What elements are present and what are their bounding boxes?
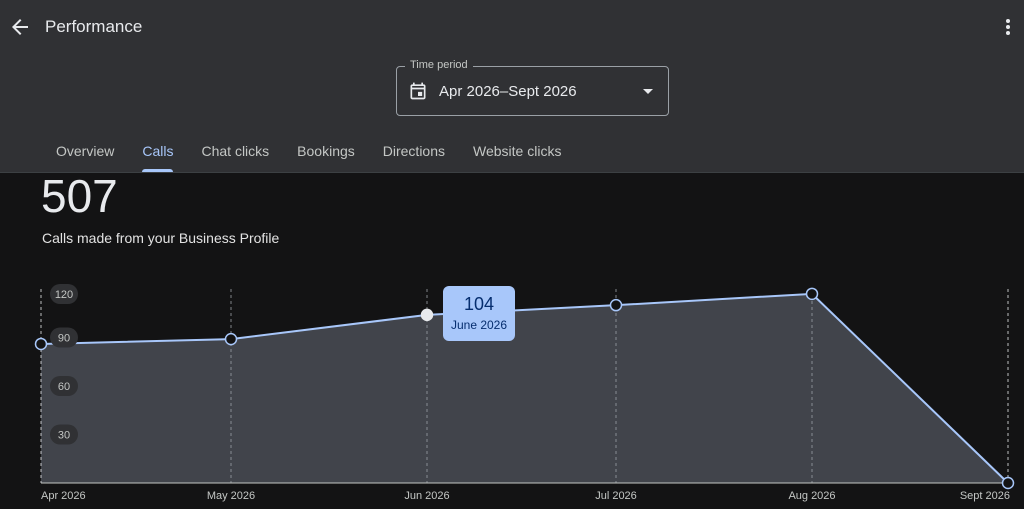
dropdown-arrow-icon (643, 89, 653, 94)
app-header: Performance Time period Apr 2026–Sept 20… (0, 0, 1024, 173)
data-point (609, 298, 623, 312)
series-area (41, 293, 1008, 483)
chart-tooltip: 104 June 2026 (443, 286, 515, 341)
calendar-icon (410, 82, 426, 100)
tab-website-clicks[interactable]: Website clicks (459, 140, 575, 172)
more-vert-icon[interactable] (1000, 15, 1016, 39)
time-period-label: Time period (405, 59, 473, 71)
data-point-highlighted (420, 308, 434, 322)
tab-bar: Overview Calls Chat clicks Bookings Dire… (42, 140, 575, 172)
tab-directions[interactable]: Directions (369, 140, 459, 172)
tab-bookings[interactable]: Bookings (283, 140, 369, 172)
y-tick-label: 60 (58, 381, 70, 393)
y-tick-label: 120 (55, 289, 73, 301)
data-point (224, 332, 238, 346)
total-calls-caption: Calls made from your Business Profile (42, 230, 280, 246)
y-tick-label: 30 (58, 430, 70, 442)
data-point (1001, 476, 1015, 490)
page-title: Performance (45, 17, 143, 36)
tooltip-value: 104 (463, 294, 495, 314)
x-tick-label: Sept 2026 (960, 490, 1010, 502)
x-tick-label: Jun 2026 (404, 490, 449, 502)
x-tick-label: Aug 2026 (788, 490, 835, 502)
y-tick-label: 90 (58, 333, 70, 345)
data-point (805, 287, 819, 301)
tab-overview[interactable]: Overview (42, 140, 128, 172)
x-tick-label: Jul 2026 (595, 490, 637, 502)
back-arrow-icon[interactable] (8, 15, 32, 39)
data-point (34, 337, 48, 351)
time-period-value: Apr 2026–Sept 2026 (439, 83, 577, 100)
tab-calls[interactable]: Calls (128, 140, 187, 172)
x-tick-label: Apr 2026 (41, 490, 86, 502)
tooltip-label: June 2026 (450, 318, 508, 332)
time-period-select[interactable]: Time period Apr 2026–Sept 2026 (396, 59, 669, 116)
x-tick-label: May 2026 (207, 490, 255, 502)
total-calls-value: 507 (41, 170, 118, 222)
tab-chat-clicks[interactable]: Chat clicks (187, 140, 283, 172)
